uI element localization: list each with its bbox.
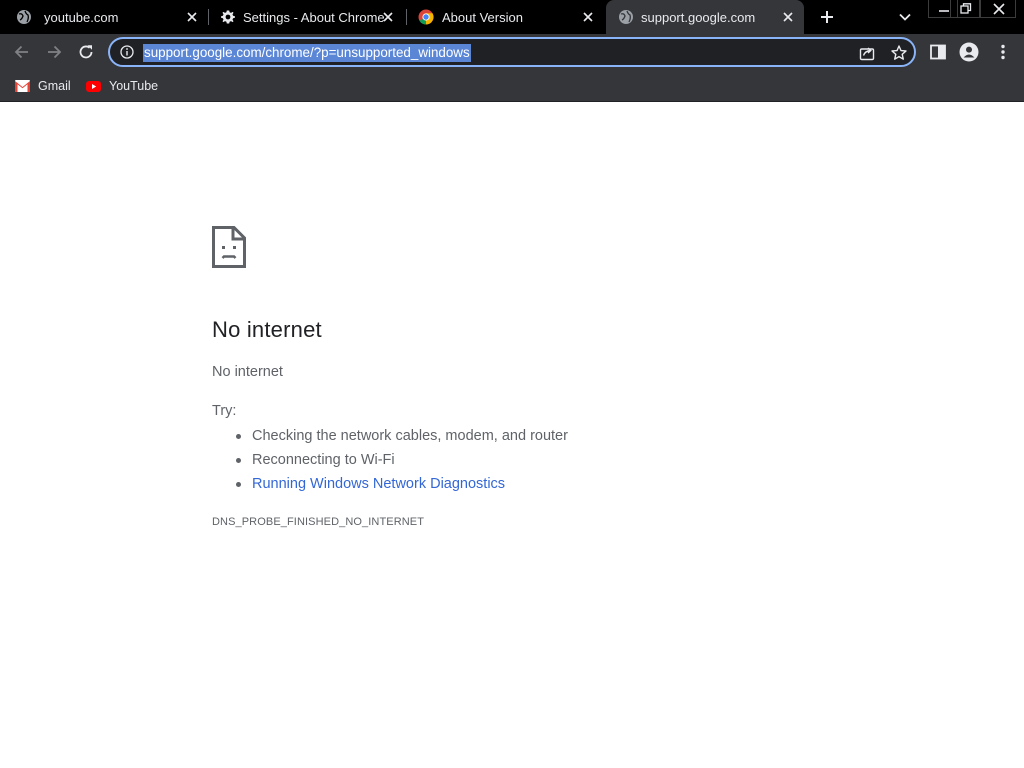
suggestion-item: Reconnecting to Wi-Fi xyxy=(236,450,568,474)
globe-icon xyxy=(17,10,31,24)
tab-strip: youtube.com Settings - About Chrome Abou… xyxy=(0,0,1024,34)
close-icon[interactable] xyxy=(780,9,796,25)
bookmark-youtube[interactable]: YouTube xyxy=(86,76,158,96)
error-page: No internet No internet Try: Checking th… xyxy=(0,103,1024,768)
tab-settings[interactable]: Settings - About Chrome xyxy=(204,0,408,34)
error-code: DNS_PROBE_FINISHED_NO_INTERNET xyxy=(212,516,425,528)
bookmark-star-icon[interactable] xyxy=(890,44,908,62)
sad-page-icon xyxy=(212,226,246,268)
minimize-icon xyxy=(939,10,949,12)
restore-button[interactable] xyxy=(950,0,980,18)
address-bar[interactable]: support.google.com/chrome/?p=unsupported… xyxy=(108,37,916,67)
tab-title: About Version xyxy=(442,10,523,25)
tab-youtube[interactable]: youtube.com xyxy=(0,0,208,34)
try-label: Try: xyxy=(212,403,237,419)
close-window-button[interactable] xyxy=(980,0,1016,18)
browser-toolbar: support.google.com/chrome/?p=unsupported… xyxy=(0,34,1024,70)
gear-icon xyxy=(221,10,235,24)
error-heading: No internet xyxy=(212,317,322,342)
tab-title: Settings - About Chrome xyxy=(243,10,385,25)
close-icon[interactable] xyxy=(380,9,396,25)
youtube-icon xyxy=(86,80,101,92)
close-window-icon xyxy=(993,3,1005,15)
tab-title: support.google.com xyxy=(641,10,756,25)
tab-search-chevron-down-icon[interactable] xyxy=(896,8,914,26)
bookmarks-bar: Gmail YouTube xyxy=(0,70,1024,102)
forward-arrow-icon[interactable] xyxy=(44,42,64,62)
tab-about-version[interactable]: About Version xyxy=(406,0,606,34)
suggestion-list: Checking the network cables, modem, and … xyxy=(236,426,568,498)
profile-avatar-icon[interactable] xyxy=(959,42,979,62)
side-panel-icon[interactable] xyxy=(928,42,948,62)
share-icon[interactable] xyxy=(858,44,876,62)
tab-title: youtube.com xyxy=(44,10,119,25)
error-subtitle: No internet xyxy=(212,364,283,380)
network-diagnostics-link[interactable]: Running Windows Network Diagnostics xyxy=(236,474,568,498)
tab-support-google[interactable]: support.google.com xyxy=(606,0,804,34)
bookmark-label: YouTube xyxy=(109,79,159,93)
site-info-icon[interactable] xyxy=(120,45,134,59)
suggestion-item: Checking the network cables, modem, and … xyxy=(236,426,568,450)
close-icon[interactable] xyxy=(184,9,200,25)
restore-icon xyxy=(960,3,972,14)
url-text-selected[interactable]: support.google.com/chrome/?p=unsupported… xyxy=(143,44,471,62)
bookmark-label: Gmail xyxy=(38,79,71,93)
reload-icon[interactable] xyxy=(76,42,96,62)
bookmark-gmail[interactable]: Gmail xyxy=(15,76,71,96)
chrome-icon xyxy=(418,9,434,25)
gmail-icon xyxy=(15,80,30,92)
new-tab-plus-icon[interactable] xyxy=(816,6,838,28)
back-arrow-icon[interactable] xyxy=(12,42,32,62)
close-icon[interactable] xyxy=(580,9,596,25)
globe-icon xyxy=(619,10,633,24)
more-menu-icon[interactable] xyxy=(993,42,1013,62)
